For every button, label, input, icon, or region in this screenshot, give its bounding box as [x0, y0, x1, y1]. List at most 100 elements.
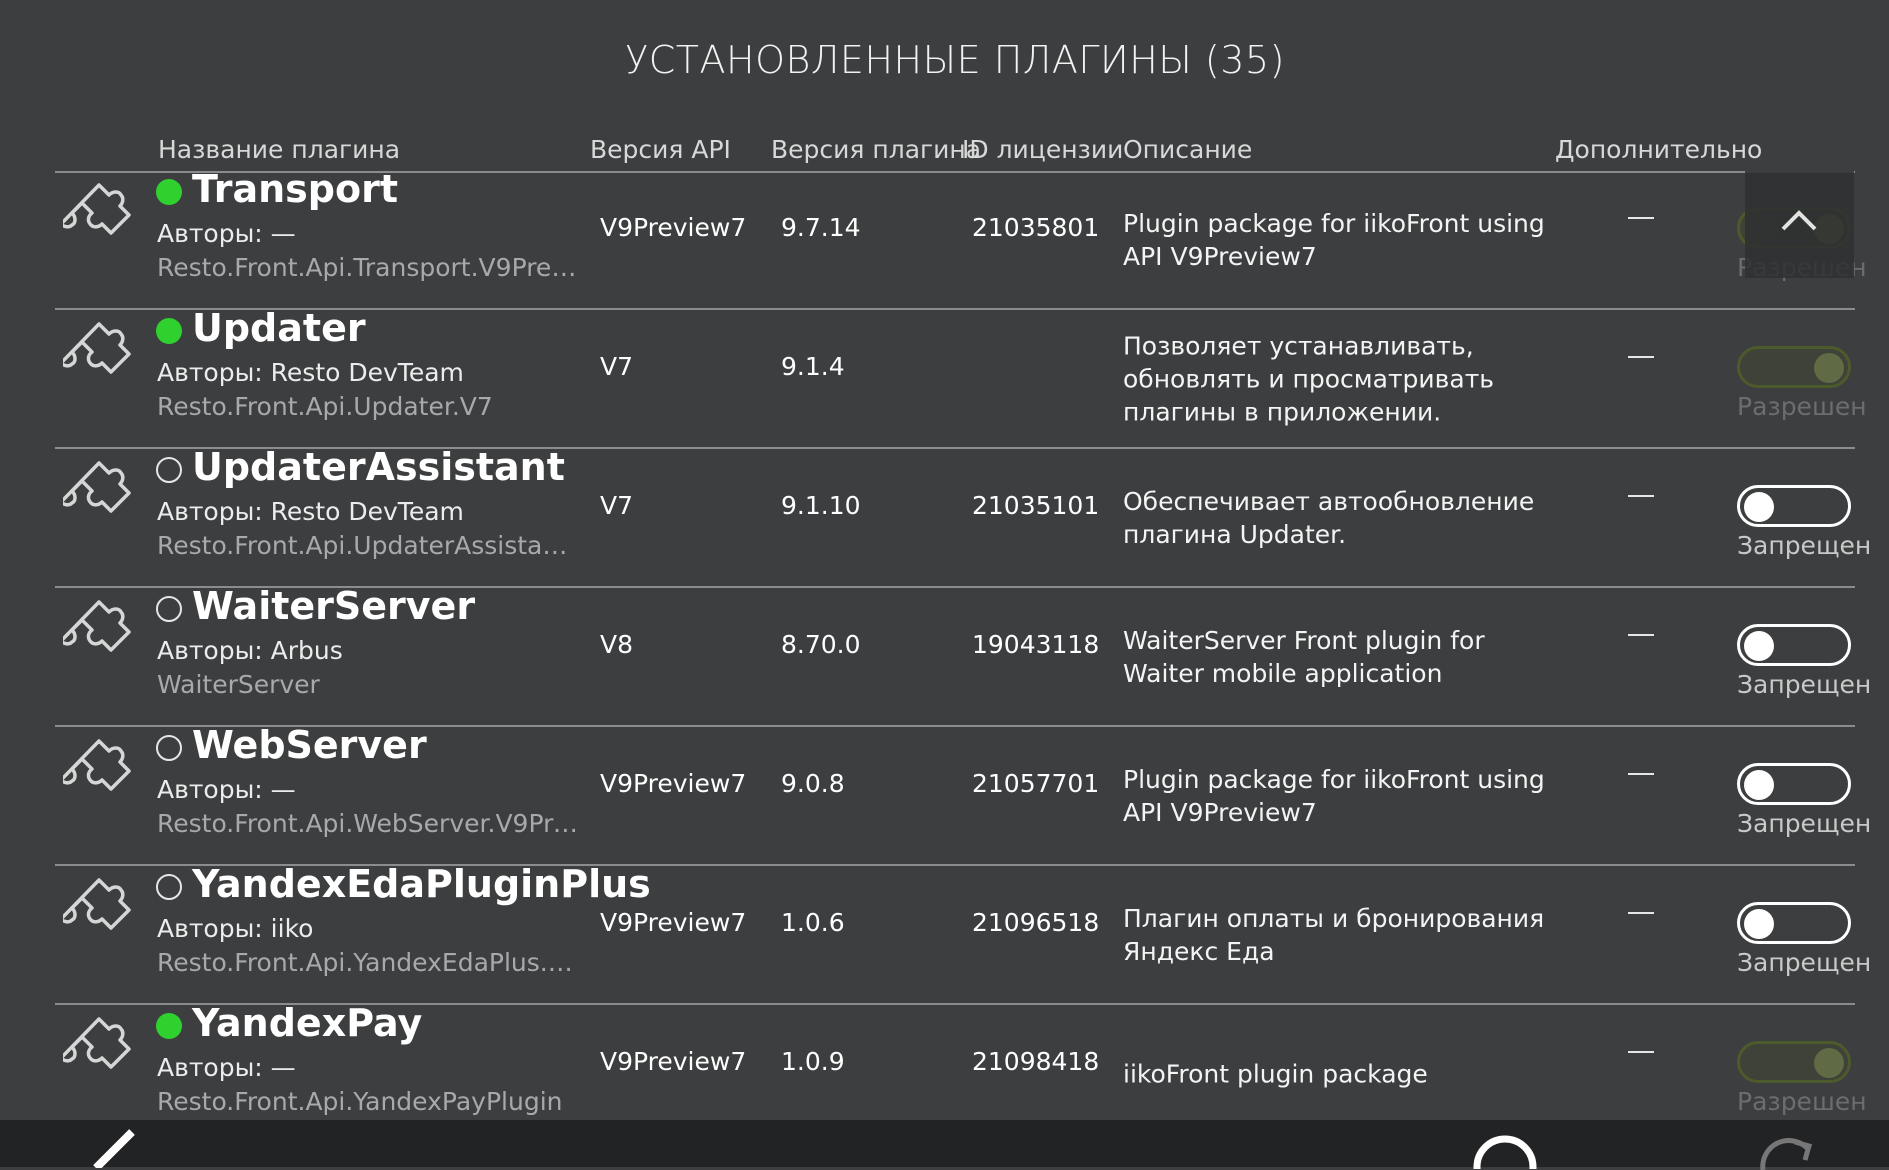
plugin-extra: [1628, 773, 1654, 775]
plugin-description: Плагин оплаты и бронирования Яндекс Еда: [1123, 903, 1545, 966]
plugin-description: Plugin package for iikoFront using API V…: [1123, 208, 1545, 271]
plugin-description: Plugin package for iikoFront using API V…: [1123, 764, 1545, 827]
toggle-knob: [1744, 909, 1774, 939]
plugin-list: Transport Авторы: — Resto.Front.Api.Transp…: [55, 167, 1872, 1144]
puzzle-icon: [63, 322, 131, 374]
plugin-authors: Авторы: —: [157, 1053, 296, 1082]
scroll-up-button[interactable]: [1745, 171, 1854, 278]
plugin-license-id: 21098418: [972, 1047, 1100, 1076]
col-name: Название плагина: [158, 135, 401, 164]
plugin-module: Resto.Front.Api.Updater.V7: [157, 392, 493, 421]
plugin-name: Transport: [192, 167, 399, 211]
plugin-state-label: Запрещен: [1737, 809, 1872, 838]
table-row[interactable]: WaiterServer Авторы: Arbus WaiterServer V8 8…: [55, 584, 1872, 727]
plugin-toggle[interactable]: [1737, 485, 1851, 527]
plugin-state-label: Разрешен: [1737, 392, 1867, 421]
status-indicator: [156, 874, 182, 900]
plugin-version: 9.0.8: [781, 769, 845, 798]
refresh-icon[interactable]: [1755, 1130, 1825, 1170]
status-indicator: [156, 735, 182, 761]
plugin-state-label: Запрещен: [1737, 670, 1872, 699]
table-row[interactable]: UpdaterAssistant Авторы: Resto DevTeam Res…: [55, 445, 1872, 588]
plugin-license-id: 19043118: [972, 630, 1100, 659]
plugin-api-version: V7: [600, 352, 634, 381]
table-row[interactable]: WebServer Авторы: — Resto.Front.Api.WebSer…: [55, 723, 1872, 866]
plugin-license-id: 21096518: [972, 908, 1100, 937]
plugin-api-version: V9Preview7: [600, 213, 747, 242]
plugin-extra: [1628, 1051, 1654, 1053]
toggle-knob: [1814, 353, 1844, 383]
plugin-module: Resto.Front.Api.YandexEdaPlus.V9Pr...: [157, 948, 582, 977]
table-row[interactable]: YandexEdaPluginPlus Авторы: iiko Resto.Fro…: [55, 862, 1872, 1005]
pencil-icon[interactable]: [88, 1128, 138, 1168]
puzzle-icon: [63, 600, 131, 652]
plugin-toggle[interactable]: [1737, 1041, 1851, 1083]
plugin-license-id: 21035801: [972, 213, 1100, 242]
plugin-extra: [1628, 634, 1654, 636]
plugin-authors: Авторы: Resto DevTeam: [157, 358, 464, 387]
col-version: Версия плагина: [771, 135, 982, 164]
plugin-extra: [1628, 495, 1654, 497]
col-description: Описание: [1123, 135, 1253, 164]
plugin-authors: Авторы: iiko: [157, 914, 314, 943]
plugin-api-version: V7: [600, 491, 634, 520]
chevron-up-icon: [1781, 210, 1817, 231]
puzzle-icon: [63, 183, 131, 235]
plugin-authors: Авторы: —: [157, 219, 296, 248]
col-api: Версия API: [590, 135, 731, 164]
plugin-description: iikoFront plugin package: [1123, 1059, 1428, 1088]
toggle-knob: [1744, 770, 1774, 800]
plugin-version: 9.7.14: [781, 213, 861, 242]
plugin-state-label: Запрещен: [1737, 531, 1872, 560]
plugin-name: Updater: [192, 306, 366, 350]
plugin-api-version: V9Preview7: [600, 1047, 747, 1076]
plugin-authors: Авторы: Resto DevTeam: [157, 497, 464, 526]
table-row[interactable]: Updater Авторы: Resto DevTeam Resto.Front.…: [55, 306, 1867, 449]
col-extra: Дополнительно: [1555, 135, 1763, 164]
plugin-name: WebServer: [192, 723, 427, 767]
plugin-toggle[interactable]: [1737, 346, 1851, 388]
plugin-extra: [1628, 356, 1654, 358]
status-indicator: [156, 596, 182, 622]
plugin-name: YandexPay: [192, 1001, 423, 1045]
plugin-version: 1.0.6: [781, 908, 845, 937]
plugin-toggle[interactable]: [1737, 624, 1851, 666]
col-license: ID лицензии: [962, 135, 1124, 164]
plugin-state-label: Разрешен: [1737, 1087, 1867, 1116]
plugin-module: Resto.Front.Api.UpdaterAssistant.V7: [157, 531, 582, 560]
toggle-knob: [1744, 631, 1774, 661]
plugin-api-version: V9Preview7: [600, 908, 747, 937]
plugin-description: Позволяет устанавливать, обновлять и про…: [1123, 331, 1495, 426]
plugin-module: Resto.Front.Api.YandexPayPlugin: [157, 1087, 563, 1116]
puzzle-icon: [63, 739, 131, 791]
plugin-api-version: V9Preview7: [600, 769, 747, 798]
plugin-extra: [1628, 912, 1654, 914]
plugin-description: Обеспечивает автообновление плагина Upda…: [1123, 486, 1535, 549]
plugin-name: UpdaterAssistant: [192, 445, 565, 489]
plugin-module: Resto.Front.Api.Transport.V9Preview7: [157, 253, 582, 282]
plugin-version: 8.70.0: [781, 630, 861, 659]
status-indicator: [156, 318, 182, 344]
plugin-version: 1.0.9: [781, 1047, 845, 1076]
plugin-name: WaiterServer: [192, 584, 476, 628]
plugin-toggle[interactable]: [1737, 902, 1851, 944]
page-title: УСТАНОВЛЕННЫЕ ПЛАГИНЫ (35): [625, 38, 1285, 82]
table-row[interactable]: Transport Авторы: — Resto.Front.Api.Transp…: [55, 167, 1867, 310]
plugin-module: WaiterServer: [157, 670, 320, 699]
plugin-module: Resto.Front.Api.WebServer.V9Previe...: [157, 809, 582, 838]
plugin-license-id: 21057701: [972, 769, 1100, 798]
plugin-toggle[interactable]: [1737, 763, 1851, 805]
puzzle-icon: [63, 1017, 131, 1069]
plugin-version: 9.1.4: [781, 352, 845, 381]
plugin-version: 9.1.10: [781, 491, 861, 520]
plugin-name: YandexEdaPluginPlus: [192, 862, 651, 906]
status-indicator: [156, 1013, 182, 1039]
plugin-description: WaiterServer Front plugin for Waiter mob…: [1123, 625, 1485, 688]
toggle-knob: [1814, 1048, 1844, 1078]
bottom-toolbar: [0, 1120, 1889, 1170]
toggle-knob: [1744, 492, 1774, 522]
search-icon[interactable]: [1470, 1129, 1540, 1169]
status-indicator: [156, 179, 182, 205]
status-indicator: [156, 457, 182, 483]
plugin-state-label: Запрещен: [1737, 948, 1872, 977]
